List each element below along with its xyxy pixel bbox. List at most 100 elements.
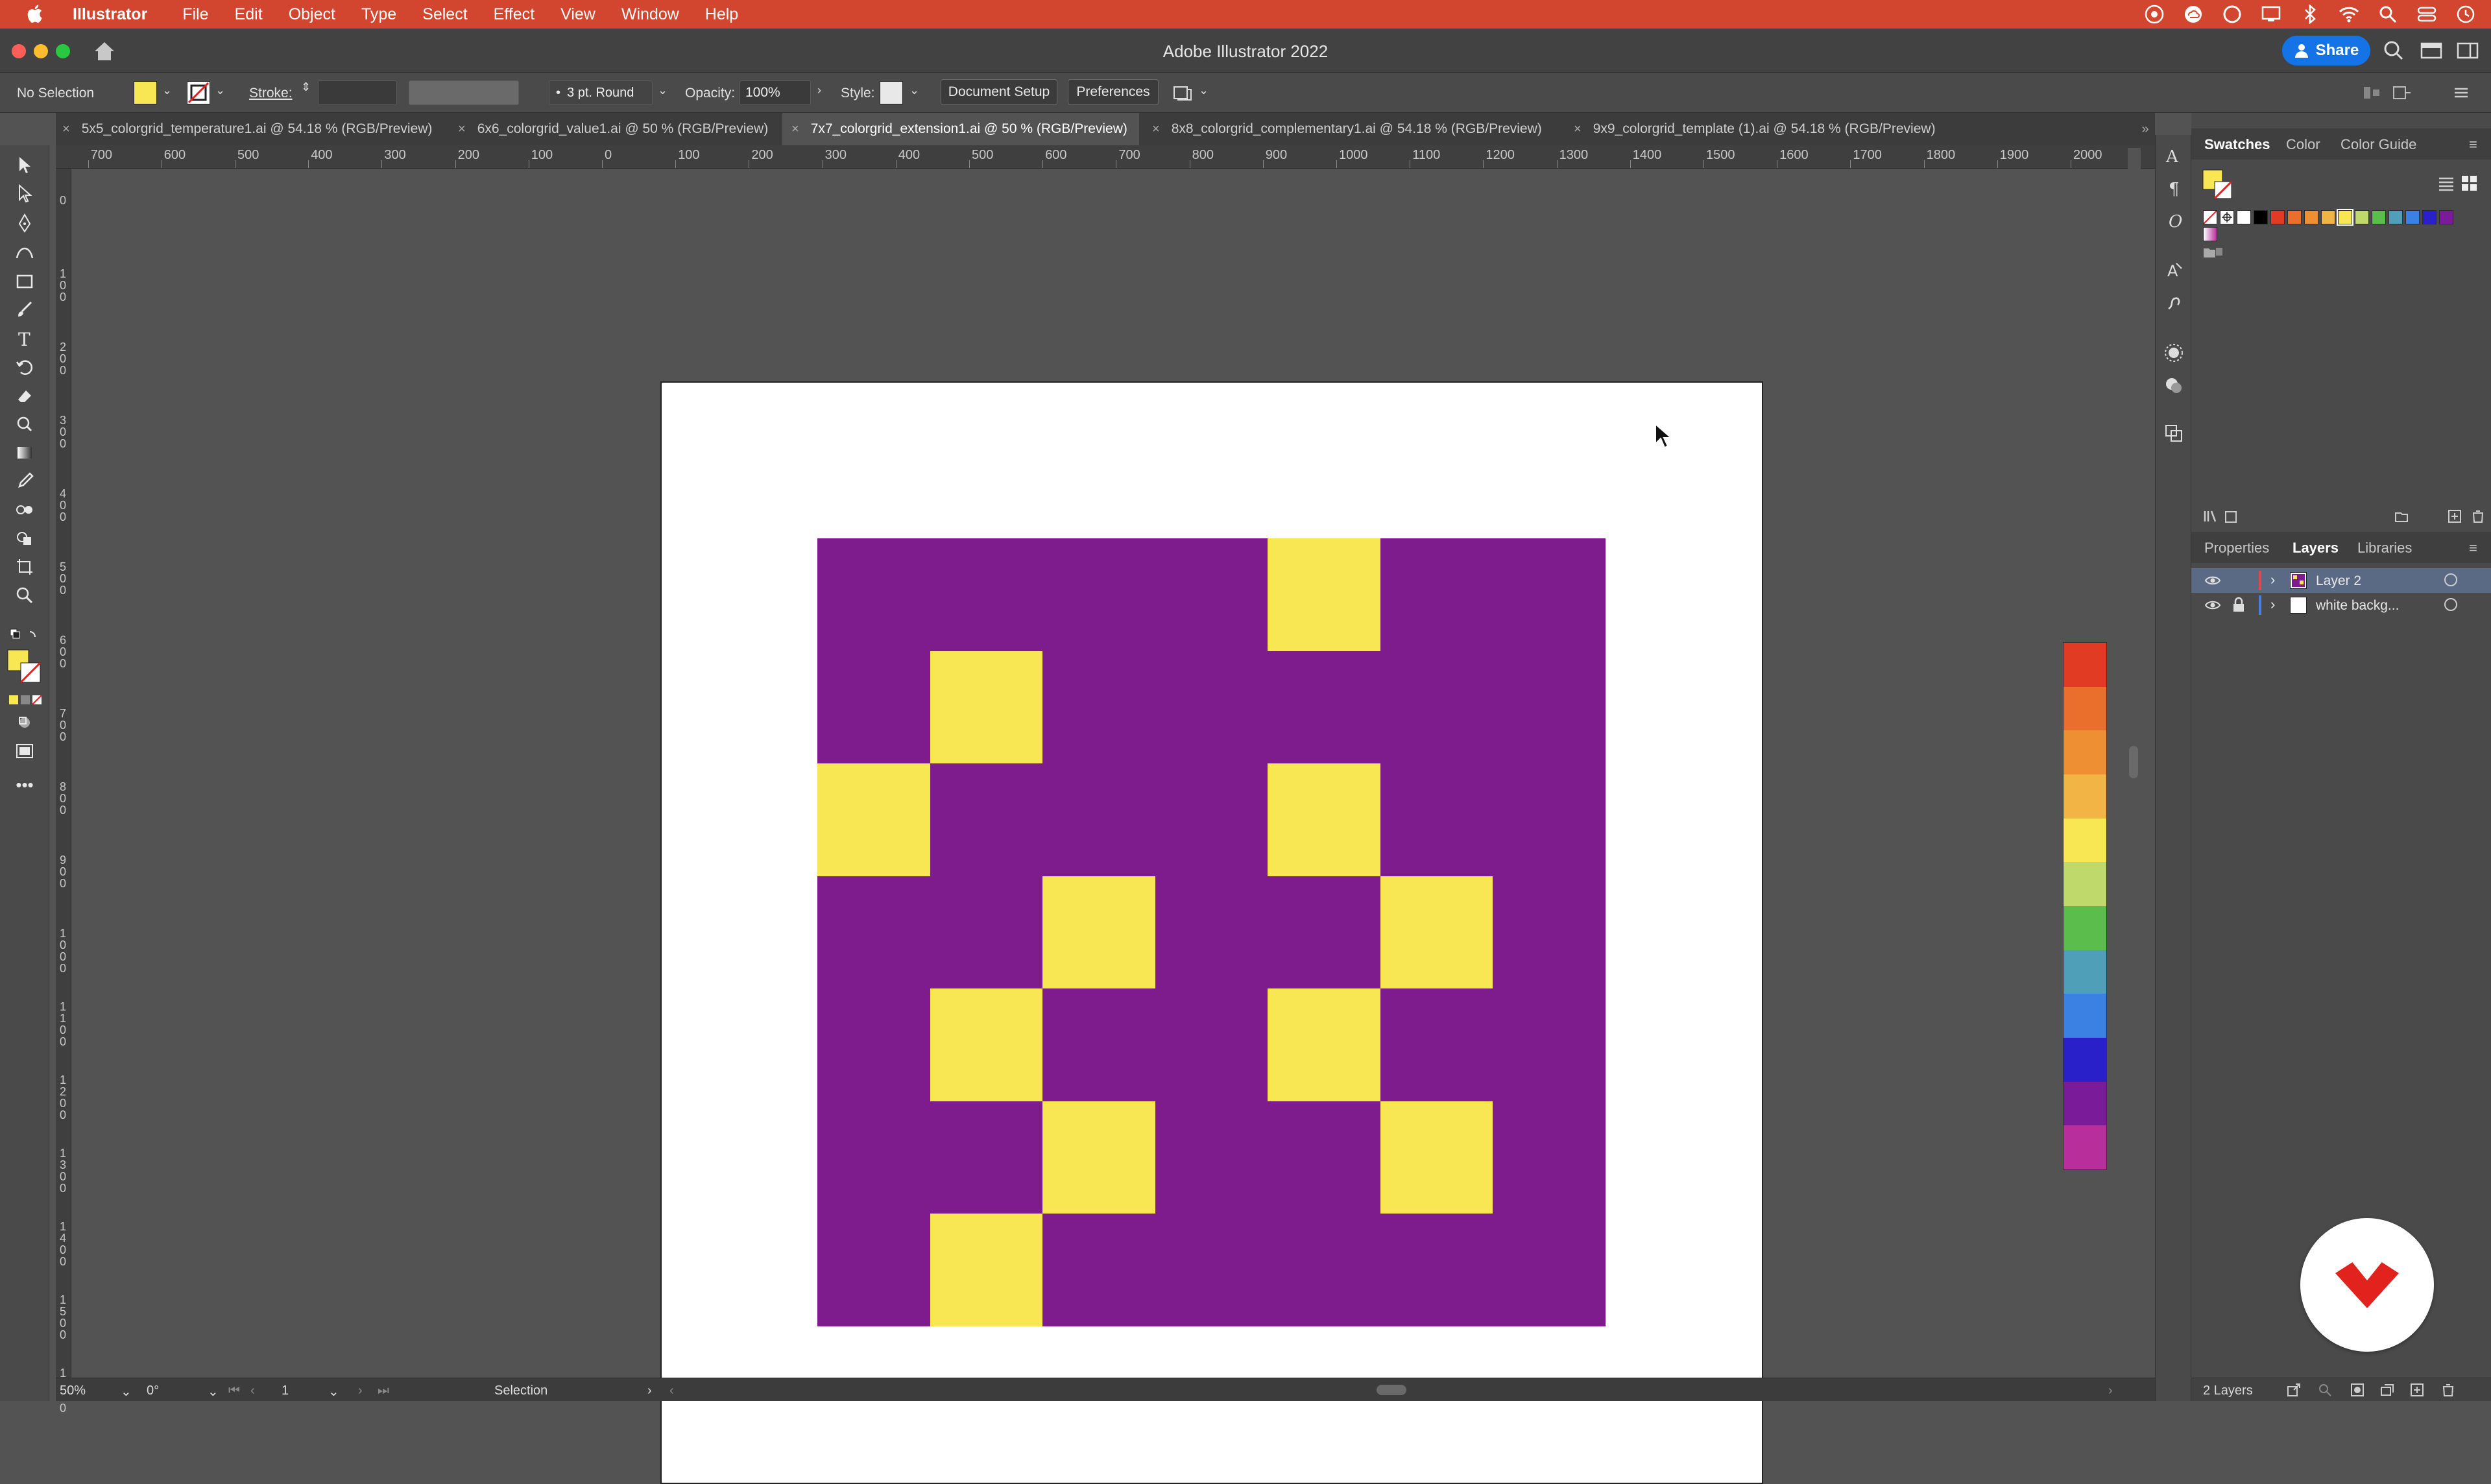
color-bar-segment[interactable] bbox=[2064, 1125, 2106, 1169]
color-bar-segment[interactable] bbox=[2064, 1081, 2106, 1126]
variable-width-profile[interactable] bbox=[409, 80, 519, 105]
preferences-button[interactable]: Preferences bbox=[1068, 79, 1159, 105]
color-reference-bar[interactable] bbox=[2063, 642, 2107, 1170]
color-swatch[interactable] bbox=[2355, 210, 2369, 224]
canvas[interactable] bbox=[71, 169, 2155, 1484]
panel-toggle-icon[interactable] bbox=[2455, 38, 2481, 64]
visibility-eye-icon[interactable] bbox=[2204, 597, 2221, 617]
close-tab-icon[interactable]: × bbox=[62, 122, 70, 137]
wifi-icon[interactable] bbox=[2338, 3, 2360, 25]
first-artboard-icon[interactable]: ⏮ bbox=[228, 1383, 240, 1398]
expand-layer-chevron-icon[interactable]: › bbox=[2270, 596, 2275, 613]
color-swatch[interactable] bbox=[2337, 209, 2353, 226]
tab-swatches[interactable]: Swatches bbox=[2204, 136, 2270, 153]
color-bar-segment[interactable] bbox=[2064, 774, 2106, 819]
prev-artboard-icon[interactable]: ‹ bbox=[250, 1383, 255, 1398]
opacity-input[interactable]: 100% bbox=[740, 80, 811, 105]
next-artboard-icon[interactable]: › bbox=[358, 1383, 363, 1398]
curvature-tool-icon[interactable] bbox=[9, 239, 40, 265]
swatch-grid[interactable] bbox=[2203, 209, 2488, 257]
default-colors-swap-icon[interactable] bbox=[9, 627, 42, 646]
tabs-overflow-icon[interactable]: » bbox=[2136, 113, 2155, 145]
tab-color-guide[interactable]: Color Guide bbox=[2341, 136, 2416, 153]
grid-cell-accent[interactable] bbox=[930, 988, 1043, 1101]
artboard-number[interactable]: 1 bbox=[282, 1383, 289, 1398]
graphic-styles-panel-icon[interactable] bbox=[2161, 372, 2187, 398]
glyphs-panel-icon[interactable]: A bbox=[2161, 257, 2187, 283]
hscroll-right-icon[interactable]: › bbox=[2108, 1383, 2113, 1398]
tab-8x8-complementary[interactable]: × 8x8_colorgrid_complementary1.ai @ 54.1… bbox=[1146, 113, 1542, 145]
arrange-documents-icon[interactable] bbox=[1172, 82, 1194, 104]
stroke-weight-input[interactable] bbox=[318, 80, 397, 105]
make-clipping-mask-icon[interactable] bbox=[2350, 1382, 2365, 1398]
color-bar-segment[interactable] bbox=[2064, 686, 2106, 731]
color-bar-segment[interactable] bbox=[2064, 905, 2106, 950]
grid-cell-accent[interactable] bbox=[1268, 988, 1380, 1101]
grid-cell-accent[interactable] bbox=[1380, 876, 1493, 989]
color-swatch[interactable] bbox=[2270, 210, 2285, 224]
grid-view-icon[interactable] bbox=[2460, 174, 2479, 193]
close-tab-icon[interactable]: × bbox=[1152, 122, 1160, 137]
grid-cell-accent[interactable] bbox=[930, 1214, 1043, 1326]
fill-swatch[interactable] bbox=[134, 81, 157, 104]
color-grid-artwork[interactable] bbox=[817, 538, 1606, 1326]
stroke-label[interactable]: Stroke: bbox=[249, 86, 293, 101]
last-artboard-icon[interactable]: ⏭ bbox=[378, 1383, 389, 1398]
horizontal-scroll-thumb[interactable] bbox=[1377, 1385, 1406, 1395]
menu-view[interactable]: View bbox=[560, 5, 596, 24]
shape-builder-tool-icon[interactable] bbox=[9, 525, 40, 551]
drawing-modes-icon[interactable] bbox=[9, 710, 40, 736]
rectangle-tool-icon[interactable] bbox=[9, 269, 40, 294]
show-kinds-icon[interactable] bbox=[2224, 509, 2239, 524]
gradient-tool-icon[interactable] bbox=[9, 440, 40, 466]
symbols-panel-icon[interactable] bbox=[2161, 291, 2187, 317]
tab-layers[interactable]: Layers bbox=[2292, 540, 2339, 556]
layers-panel-menu-icon[interactable]: ≡ bbox=[2469, 540, 2477, 556]
menu-edit[interactable]: Edit bbox=[235, 5, 263, 24]
color-swatch[interactable] bbox=[2422, 210, 2437, 224]
zoom-chevron-icon[interactable]: ⌄ bbox=[121, 1383, 132, 1400]
visibility-eye-icon[interactable] bbox=[2204, 572, 2221, 593]
delete-swatch-icon[interactable] bbox=[2470, 509, 2486, 524]
new-sublayer-icon[interactable] bbox=[2379, 1382, 2395, 1398]
opacity-expand-chevron-icon[interactable]: › bbox=[817, 84, 821, 97]
stroke-swatch[interactable] bbox=[187, 81, 210, 104]
color-swatch[interactable] bbox=[2372, 210, 2386, 224]
eyedropper-tool-icon[interactable] bbox=[9, 468, 40, 494]
menu-app-name[interactable]: Illustrator bbox=[73, 5, 147, 24]
blend-tool-icon[interactable] bbox=[9, 497, 40, 523]
current-tool-status[interactable]: Selection bbox=[494, 1383, 548, 1398]
tab-5x5-temperature[interactable]: × 5x5_colorgrid_temperature1.ai @ 54.18 … bbox=[56, 113, 445, 145]
character-panel-icon[interactable]: A bbox=[2161, 143, 2187, 169]
color-swatch[interactable] bbox=[2439, 210, 2453, 224]
clock-icon[interactable] bbox=[2455, 3, 2477, 25]
screen-icon[interactable] bbox=[2260, 3, 2282, 25]
new-color-group-icon[interactable] bbox=[2394, 509, 2409, 524]
stroke-dropdown-chevron-icon[interactable]: ⌄ bbox=[215, 84, 225, 97]
graphic-style-swatch[interactable] bbox=[880, 81, 903, 104]
brush-dropdown-chevron-icon[interactable]: ⌄ bbox=[658, 84, 668, 97]
color-bar-segment[interactable] bbox=[2064, 1037, 2106, 1082]
share-button[interactable]: Share bbox=[2282, 36, 2370, 66]
list-view-icon[interactable] bbox=[2437, 174, 2456, 193]
selection-tool-icon[interactable] bbox=[9, 152, 40, 178]
color-mode-icons[interactable] bbox=[8, 693, 44, 707]
opentype-panel-icon[interactable]: O bbox=[2161, 208, 2187, 233]
pen-tool-icon[interactable] bbox=[9, 210, 40, 236]
layer-name[interactable]: white backg... bbox=[2316, 598, 2399, 614]
swatches-panel-menu-icon[interactable]: ≡ bbox=[2469, 136, 2477, 153]
search-icon[interactable] bbox=[2381, 38, 2407, 64]
bluetooth-icon[interactable] bbox=[2299, 3, 2321, 25]
eraser-tool-icon[interactable] bbox=[9, 383, 40, 409]
stroke-stepper-icon[interactable]: ⇕ bbox=[301, 80, 311, 94]
fill-dropdown-chevron-icon[interactable]: ⌄ bbox=[162, 84, 172, 97]
menu-help[interactable]: Help bbox=[705, 5, 738, 24]
color-bar-segment[interactable] bbox=[2064, 862, 2106, 906]
expand-layer-chevron-icon[interactable]: › bbox=[2270, 571, 2275, 588]
color-bar-segment[interactable] bbox=[2064, 818, 2106, 863]
transform-icon[interactable] bbox=[2391, 83, 2412, 102]
style-dropdown-chevron-icon[interactable]: ⌄ bbox=[909, 84, 919, 97]
apple-icon[interactable] bbox=[25, 3, 48, 26]
color-bar-segment[interactable] bbox=[2064, 994, 2106, 1038]
artboard-tool-icon[interactable] bbox=[9, 554, 40, 580]
